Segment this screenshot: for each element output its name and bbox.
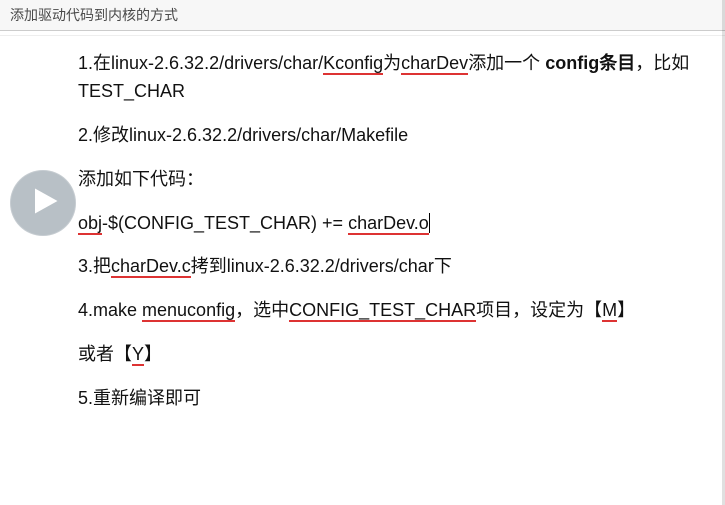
- text: 3.把: [78, 256, 111, 276]
- step-2-sub: 添加如下代码：: [78, 166, 695, 194]
- text: 1.在linux-2.6.32.2/drivers/char/: [78, 53, 323, 73]
- document-window: 添加驱动代码到内核的方式 1.在linux-2.6.32.2/drivers/c…: [0, 0, 725, 505]
- text-cursor: [429, 213, 430, 233]
- text-underlined: charDev.o: [348, 213, 429, 235]
- text: 添加一个: [468, 53, 540, 73]
- document-body: 1.在linux-2.6.32.2/drivers/char/Kconfig为c…: [0, 36, 725, 439]
- text-underlined: Y: [132, 344, 144, 366]
- play-button[interactable]: [10, 170, 76, 236]
- text: 4.make: [78, 300, 142, 320]
- text-underlined: Kconfig: [323, 53, 383, 75]
- text-underlined: obj: [78, 213, 102, 235]
- step-2: 2.修改linux-2.6.32.2/drivers/char/Makefile: [78, 122, 695, 150]
- text: ，选中: [235, 300, 289, 320]
- step-3: 3.把charDev.c拷到linux-2.6.32.2/drivers/cha…: [78, 253, 695, 281]
- text: 拷到linux-2.6.32.2/drivers/char下: [191, 256, 452, 276]
- text-underlined: CONFIG_TEST_CHAR: [289, 300, 476, 322]
- play-icon: [26, 186, 60, 221]
- text-underlined: charDev.c: [111, 256, 191, 278]
- text: -$(CONFIG_TEST_CHAR) +=: [102, 213, 348, 233]
- step-1: 1.在linux-2.6.32.2/drivers/char/Kconfig为c…: [78, 50, 695, 106]
- text: 为: [383, 53, 401, 73]
- text: 项目，设定为【: [476, 300, 602, 320]
- text: 或者【: [78, 344, 132, 364]
- text-strong: config条目: [545, 53, 635, 73]
- text-underlined: menuconfig: [142, 300, 235, 322]
- code-line: obj-$(CONFIG_TEST_CHAR) += charDev.o: [78, 210, 695, 238]
- step-5: 5.重新编译即可: [78, 385, 695, 413]
- text: 】: [617, 300, 635, 320]
- text-underlined: charDev: [401, 53, 468, 75]
- step-4-sub: 或者【Y】: [78, 341, 695, 369]
- window-title: 添加驱动代码到内核的方式: [0, 0, 725, 31]
- step-4: 4.make menuconfig，选中CONFIG_TEST_CHAR项目，设…: [78, 297, 695, 325]
- text: 】: [144, 344, 162, 364]
- text-underlined: M: [602, 300, 617, 322]
